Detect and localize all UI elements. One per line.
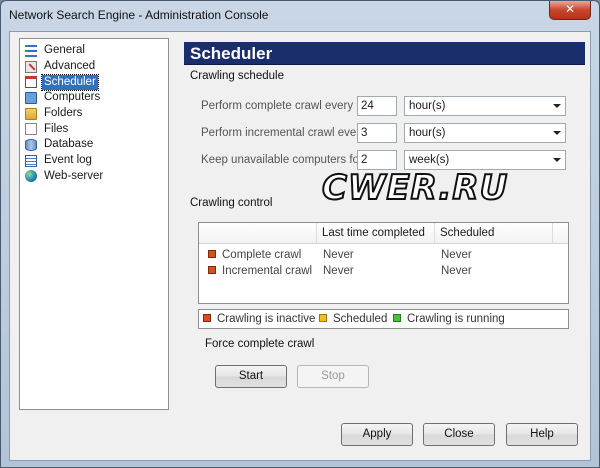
calendar-icon (25, 76, 37, 89)
crawling-control-heading: Crawling control (190, 197, 273, 209)
status-inactive-icon (208, 266, 216, 274)
legend-inactive-label: Crawling is inactive (217, 313, 316, 325)
incremental-crawl-unit-select[interactable]: hour(s) (404, 123, 566, 143)
tree-item-label: Folders (44, 107, 83, 120)
status-legend: Crawling is inactive Scheduled Crawling … (198, 309, 569, 329)
complete-crawl-interval-field[interactable]: 24 (357, 96, 397, 116)
computer-icon (25, 91, 37, 104)
column-header-name[interactable] (199, 223, 317, 244)
watermark-text: CWER.RU (321, 167, 509, 209)
tree-item-database[interactable]: Database (20, 137, 168, 153)
row-name: Complete crawl (222, 249, 302, 261)
status-running-icon (393, 314, 401, 322)
status-scheduled-icon (319, 314, 327, 322)
apply-button[interactable]: Apply (341, 423, 413, 446)
combo-value: hour(s) (409, 127, 446, 139)
combo-value: week(s) (409, 154, 450, 166)
start-crawl-button[interactable]: Start (215, 365, 287, 388)
incremental-crawl-interval-field[interactable]: 3 (357, 123, 397, 143)
tree-item-scheduler[interactable]: Scheduler (20, 73, 168, 91)
tree-item-label: Advanced (44, 60, 96, 73)
tree-item-files[interactable]: Files (20, 121, 168, 137)
tree-item-label: Event log (44, 154, 92, 167)
row-name: Incremental crawl (222, 265, 313, 277)
chevron-down-icon[interactable] (553, 104, 561, 108)
database-icon (25, 138, 37, 151)
row-scheduled: Never (441, 265, 472, 277)
incremental-crawl-interval-label: Perform incremental crawl every (201, 127, 366, 139)
tree-item-label: Web-server (44, 169, 104, 182)
crawling-schedule-heading: Crawling schedule (190, 70, 284, 82)
legend-running-label: Crawling is running (407, 313, 505, 325)
client-area: General Advanced Scheduler Computers Fol… (9, 31, 591, 461)
combo-value: hour(s) (409, 100, 446, 112)
tools-icon (25, 60, 37, 73)
tree-item-web-server[interactable]: Web-server (20, 169, 168, 185)
tree-item-label: Computers (44, 91, 101, 104)
window-title: Network Search Engine - Administration C… (9, 8, 269, 22)
table-row[interactable]: Incremental crawl Never Never (199, 263, 568, 279)
tree-item-label: General (44, 44, 85, 57)
keep-unavailable-unit-select[interactable]: week(s) (404, 150, 566, 170)
crawl-status-table: Last time completed Scheduled Complete c… (198, 222, 569, 304)
tree-item-label: Scheduler (41, 73, 99, 91)
column-header-scheduled[interactable]: Scheduled (435, 223, 553, 244)
globe-icon (25, 170, 37, 183)
legend-inactive: Crawling is inactive (203, 310, 315, 328)
table-header: Last time completed Scheduled (199, 223, 568, 244)
force-crawl-heading: Force complete crawl (205, 338, 315, 350)
help-button[interactable]: Help (506, 423, 578, 446)
row-name-cell: Incremental crawl (208, 263, 312, 279)
tree-item-general[interactable]: General (20, 43, 168, 59)
tree-item-label: Files (44, 122, 69, 135)
row-name-cell: Complete crawl (208, 247, 301, 263)
status-inactive-icon (203, 314, 211, 322)
row-scheduled: Never (441, 249, 472, 261)
stop-crawl-button[interactable]: Stop (297, 365, 369, 388)
event-log-icon (25, 154, 37, 167)
tree-item-label: Database (44, 138, 94, 151)
table-row[interactable]: Complete crawl Never Never (199, 247, 568, 263)
file-icon (25, 123, 37, 136)
keep-unavailable-label: Keep unavailable computers for (201, 154, 363, 166)
legend-scheduled: Scheduled (319, 310, 387, 328)
settings-tree: General Advanced Scheduler Computers Fol… (19, 38, 169, 410)
row-last-completed: Never (323, 249, 354, 261)
tree-item-folders[interactable]: Folders (20, 106, 168, 122)
close-button[interactable]: Close (423, 423, 495, 446)
app-window: Network Search Engine - Administration C… (0, 0, 600, 468)
keep-unavailable-field[interactable]: 2 (357, 150, 397, 170)
chevron-down-icon[interactable] (553, 158, 561, 162)
complete-crawl-unit-select[interactable]: hour(s) (404, 96, 566, 116)
legend-running: Crawling is running (393, 310, 505, 328)
window-close-button[interactable]: ✕ (549, 1, 591, 20)
legend-scheduled-label: Scheduled (333, 313, 388, 325)
panel-title: Scheduler (184, 42, 585, 65)
row-last-completed: Never (323, 265, 354, 277)
complete-crawl-interval-label: Perform complete crawl every (201, 100, 354, 112)
list-icon (25, 44, 37, 57)
title-bar[interactable]: Network Search Engine - Administration C… (1, 1, 599, 31)
tree-item-computers[interactable]: Computers (20, 90, 168, 106)
tree-item-advanced[interactable]: Advanced (20, 59, 168, 75)
chevron-down-icon[interactable] (553, 131, 561, 135)
status-inactive-icon (208, 250, 216, 258)
folder-icon (25, 107, 37, 120)
tree-item-event-log[interactable]: Event log (20, 153, 168, 169)
column-header-last-completed[interactable]: Last time completed (317, 223, 435, 244)
